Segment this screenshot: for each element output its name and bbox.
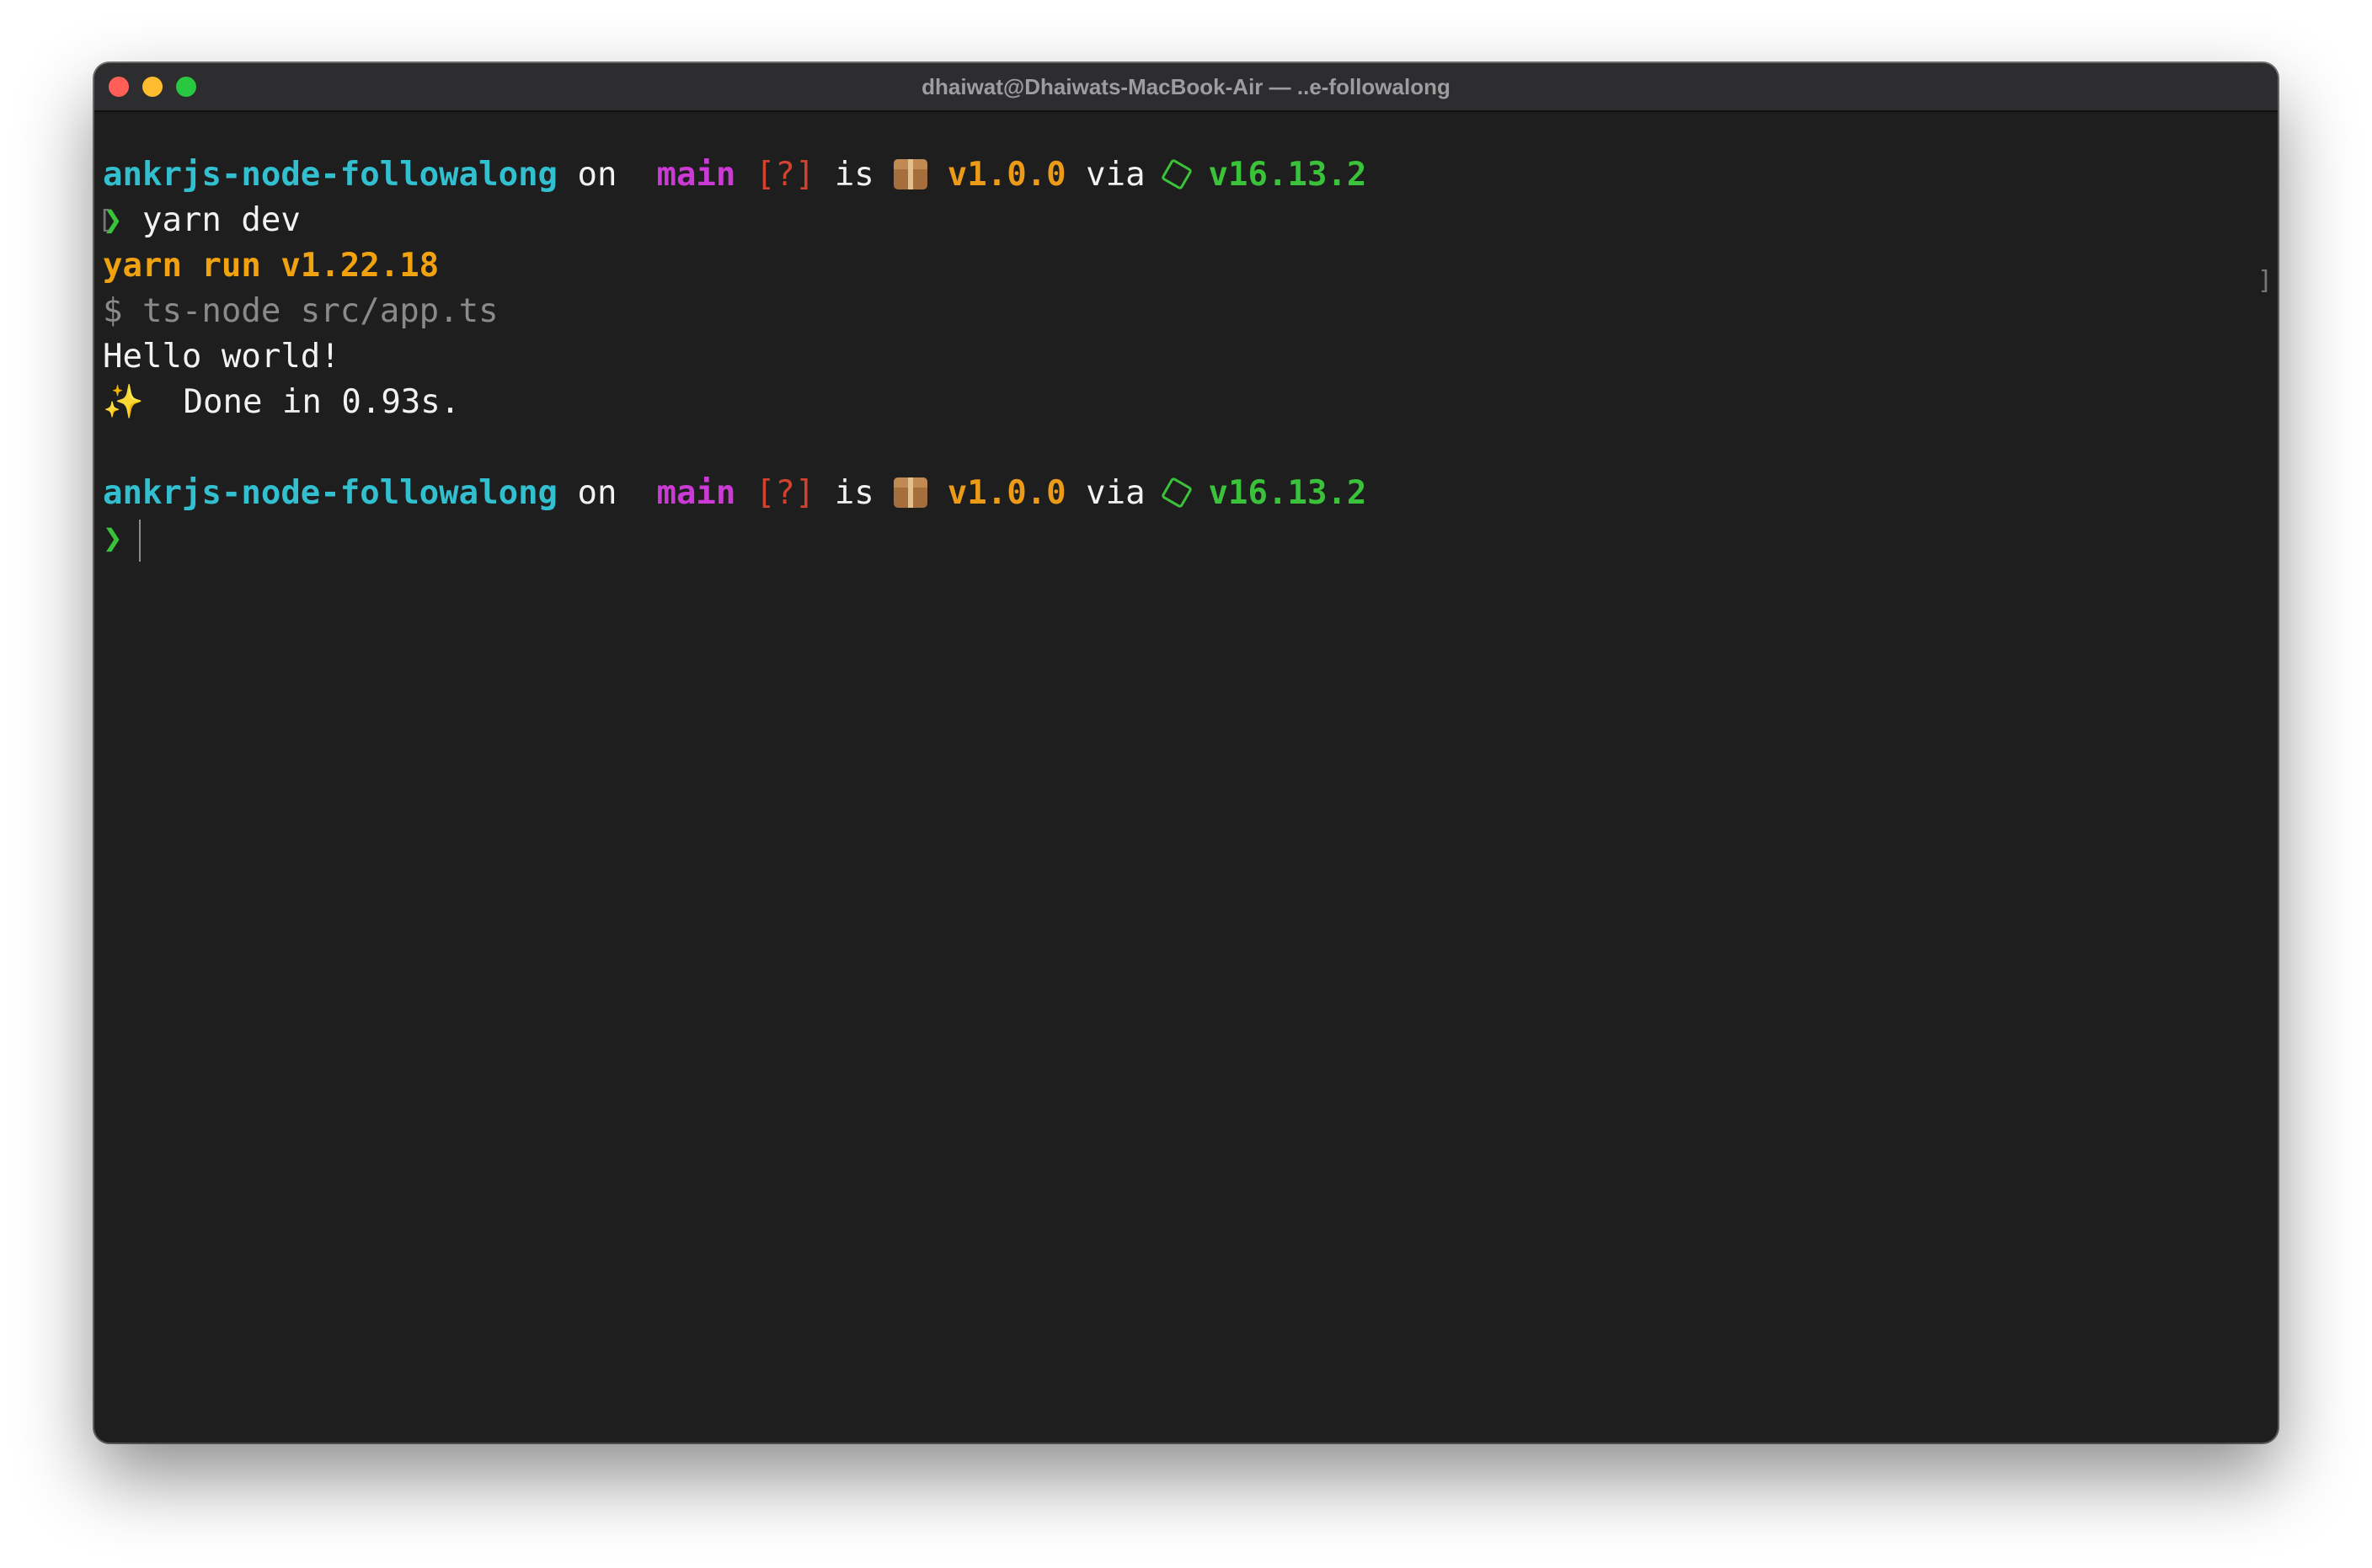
prompt-on-label: on — [577, 156, 617, 194]
prompt-git-status: [?] — [755, 156, 815, 194]
hello-output: Hello world! — [103, 338, 340, 376]
sparkles-icon: ✨ — [103, 383, 144, 421]
node-hexagon-icon — [1160, 157, 1194, 190]
prompt-is-label: is — [834, 474, 874, 512]
prompt-line: ankrjs-node-followalong on main [?] is v… — [103, 152, 2269, 198]
yarn-run-output: yarn run v1.22.18 — [103, 247, 440, 285]
prompt-git-status: [?] — [755, 474, 815, 512]
package-box-icon — [894, 477, 928, 508]
prompt-line: ankrjs-node-followalong on main [?] is v… — [103, 471, 2269, 516]
done-output: Done in 0.93s. — [183, 383, 461, 421]
text-cursor — [139, 519, 142, 562]
prompt-is-label: is — [834, 156, 874, 194]
selection-bracket-right: ] — [2257, 266, 2273, 296]
terminal-window[interactable]: dhaiwat@Dhaiwats-MacBook-Air — ..e-follo… — [94, 63, 2278, 1443]
node-hexagon-icon — [1160, 476, 1194, 509]
prompt-branch: main — [656, 156, 736, 194]
package-box-icon — [894, 158, 928, 189]
input-line[interactable]: ❯ — [103, 516, 2269, 562]
prompt-via-label: via — [1086, 474, 1146, 512]
prompt-branch: main — [656, 474, 736, 512]
prompt-directory: ankrjs-node-followalong — [103, 156, 558, 194]
prompt-via-label: via — [1086, 156, 1146, 194]
command-line: [❯ yarn dev — [98, 198, 2269, 243]
prompt-directory: ankrjs-node-followalong — [103, 474, 558, 512]
selection-bracket-left: [ — [98, 205, 114, 235]
script-echo-output: $ ts-node src/app.ts — [103, 292, 499, 330]
prompt-node-version: v16.13.2 — [1208, 156, 1367, 194]
title-bar[interactable]: dhaiwat@Dhaiwats-MacBook-Air — ..e-follo… — [94, 63, 2278, 112]
command-text: yarn dev — [142, 201, 301, 239]
prompt-node-version: v16.13.2 — [1208, 474, 1367, 512]
window-title: dhaiwat@Dhaiwats-MacBook-Air — ..e-follo… — [922, 74, 1450, 99]
prompt-package-version: v1.0.0 — [947, 474, 1066, 512]
prompt-package-version: v1.0.0 — [947, 156, 1066, 194]
done-line: ✨ Done in 0.93s. — [103, 380, 2269, 425]
terminal-content[interactable]: ankrjs-node-followalong on main [?] is v… — [98, 152, 2273, 1443]
prompt-on-label: on — [577, 474, 617, 512]
prompt-symbol: ❯ — [103, 520, 123, 557]
